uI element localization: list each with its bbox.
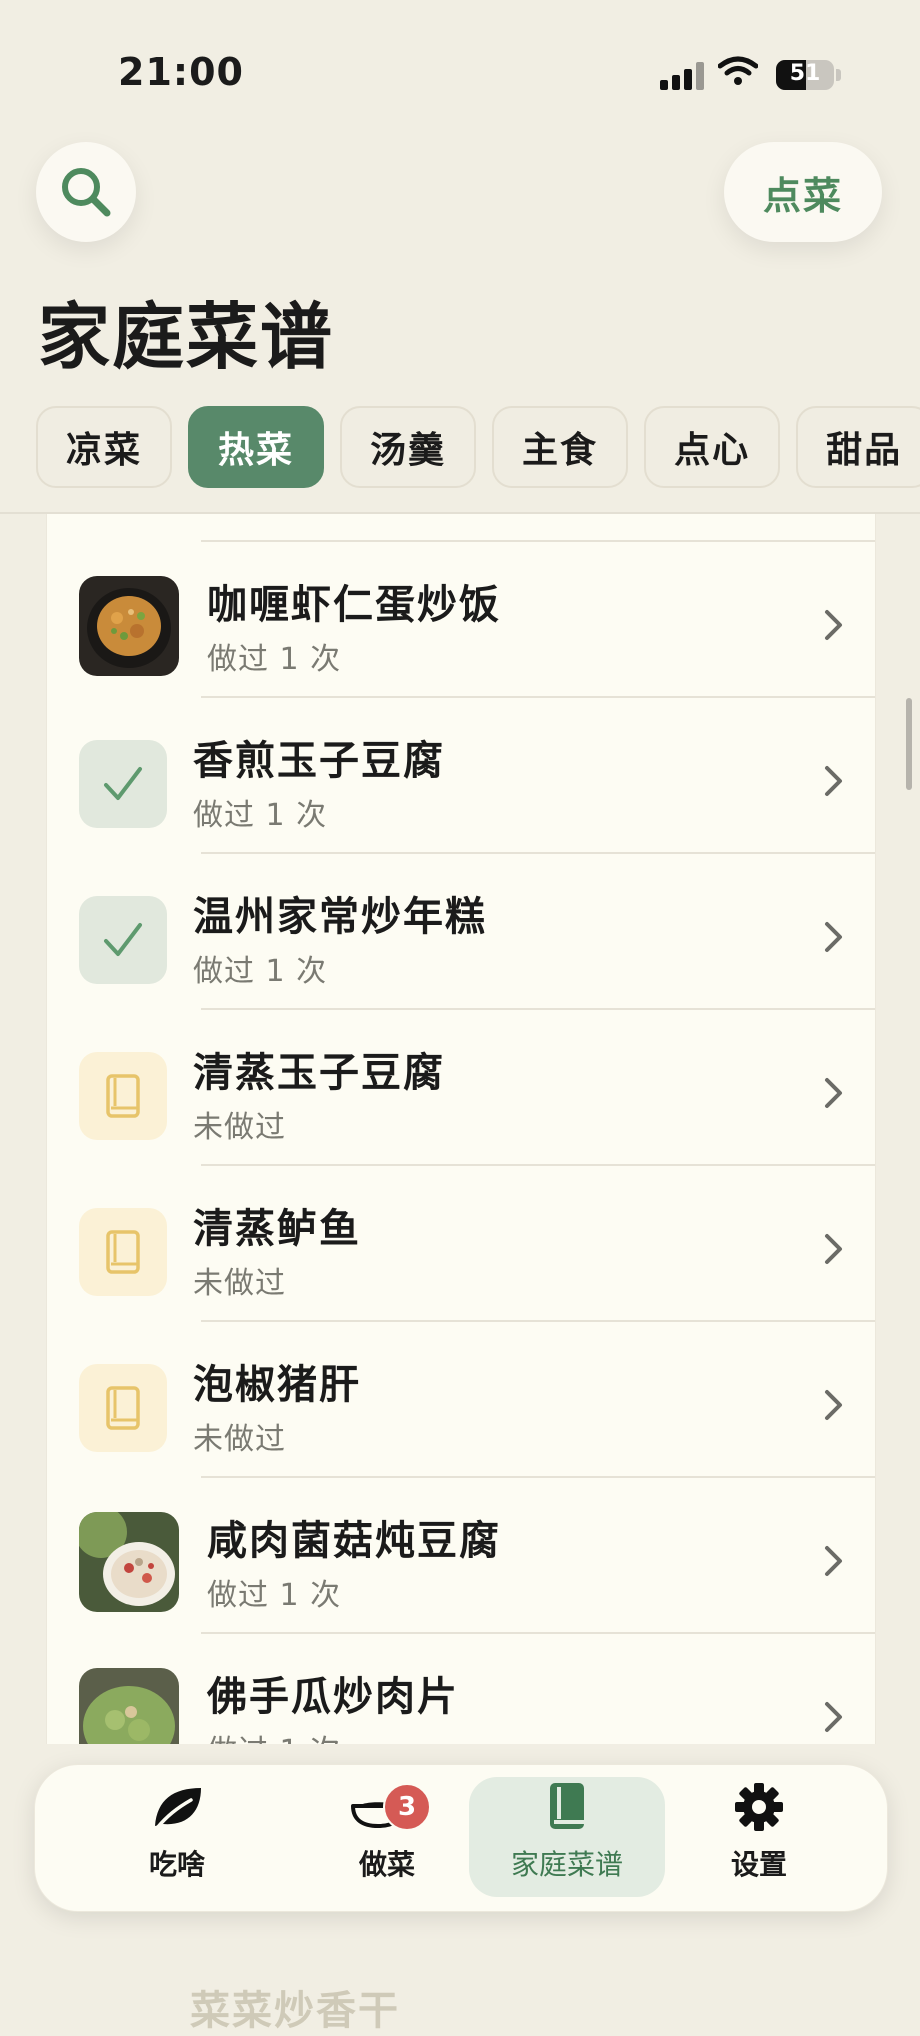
recipe-photo [79, 576, 179, 676]
leaf-icon [155, 1788, 201, 1830]
recipe-status: 做过 1 次 [207, 642, 342, 677]
order-button[interactable]: 点菜 [724, 142, 882, 242]
tabbar-label: 吃啥 [148, 1848, 205, 1881]
tab-desserts[interactable]: 甜品 [796, 406, 920, 488]
recipe-status: 未做过 [193, 1110, 286, 1145]
list-item[interactable]: 温州家常炒年糕 做过 1 次 [47, 854, 875, 1010]
battery-cap [836, 69, 841, 81]
book-icon [106, 1386, 140, 1430]
recipe-status: 未做过 [193, 1422, 286, 1457]
recipe-status: 做过 1 次 [193, 798, 328, 833]
bottom-tab-bar: 吃啥 做菜 家庭菜谱 设置 3 [34, 1764, 888, 1912]
search-icon [62, 168, 111, 217]
checkmark-badge [79, 896, 167, 984]
recipe-name: 温州家常炒年糕 [193, 894, 487, 940]
list-item[interactable]: 咖喱虾仁蛋炒饭 做过 1 次 [47, 542, 875, 698]
recipe-status: 做过 1 次 [207, 1726, 341, 1744]
tab-soups[interactable]: 汤羹 [340, 406, 477, 488]
list-item-peek: 菜菜炒香干 [190, 1988, 400, 2034]
tabbar-label: 做菜 [358, 1848, 415, 1881]
tabbar-item-settings[interactable]: 设置 [661, 1777, 857, 1897]
chevron-right-icon [825, 1078, 842, 1108]
cellular-signal-icon [660, 62, 704, 90]
recipe-name: 佛手瓜炒肉片 [207, 1674, 459, 1720]
book-badge [79, 1208, 167, 1296]
list-item[interactable]: 咸肉菌菇炖豆腐 做过 1 次 [47, 1478, 875, 1634]
search-button[interactable] [36, 142, 136, 242]
list-item-partial [47, 514, 875, 542]
tabbar-label: 设置 [730, 1848, 787, 1881]
book-icon [106, 1074, 140, 1118]
cook-count-badge: 3 [383, 1783, 431, 1831]
page-title: 家庭菜谱 [38, 295, 335, 379]
list-item[interactable]: 佛手瓜炒肉片 做过 1 次 [47, 1634, 875, 1744]
chevron-right-icon [825, 1702, 842, 1732]
book-badge [79, 1364, 167, 1452]
list-item[interactable]: 泡椒猪肝 未做过 [47, 1322, 875, 1478]
recipe-name: 咸肉菌菇炖豆腐 [207, 1518, 501, 1564]
chevron-right-icon [825, 1390, 842, 1420]
recipe-photo [79, 1668, 179, 1744]
tab-cold-dishes[interactable]: 凉菜 [36, 406, 173, 488]
checkmark-icon [104, 767, 142, 800]
recipe-name: 泡椒猪肝 [193, 1362, 361, 1408]
status-bar: 21:00 51 [0, 0, 920, 130]
status-time: 21:00 [118, 50, 244, 94]
recipe-status: 做过 1 次 [207, 1578, 342, 1613]
recipe-status: 做过 1 次 [193, 954, 328, 989]
recipe-name: 香煎玉子豆腐 [193, 738, 445, 784]
tabbar-label: 家庭菜谱 [510, 1848, 623, 1881]
battery-icon: 51 [776, 60, 834, 90]
list-item[interactable]: 清蒸鲈鱼 未做过 [47, 1166, 875, 1322]
checkmark-badge [79, 740, 167, 828]
tab-staples[interactable]: 主食 [492, 406, 629, 488]
scroll-indicator[interactable] [906, 698, 912, 790]
recipe-list[interactable]: 咖喱虾仁蛋炒饭 做过 1 次 香煎玉子豆腐 做过 1 次 温州家常炒年糕 做过 … [46, 514, 876, 1744]
chevron-right-icon [825, 766, 842, 796]
tab-hot-dishes[interactable]: 热菜 [188, 406, 325, 488]
tab-snacks[interactable]: 点心 [644, 406, 781, 488]
recipe-status: 未做过 [193, 1266, 286, 1301]
recipe-photo [79, 1512, 179, 1612]
chevron-right-icon [825, 610, 842, 640]
tabbar-item-family-recipes[interactable]: 家庭菜谱 [469, 1777, 665, 1897]
chevron-right-icon [825, 1546, 842, 1576]
list-item[interactable]: 香煎玉子豆腐 做过 1 次 [47, 698, 875, 854]
tabbar-item-what-to-eat[interactable]: 吃啥 [79, 1777, 275, 1897]
list-item[interactable]: 清蒸玉子豆腐 未做过 [47, 1010, 875, 1166]
category-tabs: 凉菜 热菜 汤羹 主食 点心 甜品 [36, 406, 920, 492]
book-badge [79, 1052, 167, 1140]
wifi-icon [718, 56, 758, 85]
chevron-right-icon [825, 1234, 842, 1264]
recipe-name: 清蒸鲈鱼 [193, 1206, 361, 1252]
book-icon [106, 1230, 140, 1274]
gear-icon [735, 1783, 783, 1831]
battery-level: 51 [789, 61, 821, 86]
checkmark-icon [104, 923, 142, 956]
recipe-name: 清蒸玉子豆腐 [193, 1050, 445, 1096]
chevron-right-icon [825, 922, 842, 952]
recipe-name: 咖喱虾仁蛋炒饭 [207, 582, 501, 628]
book-icon [550, 1783, 584, 1829]
